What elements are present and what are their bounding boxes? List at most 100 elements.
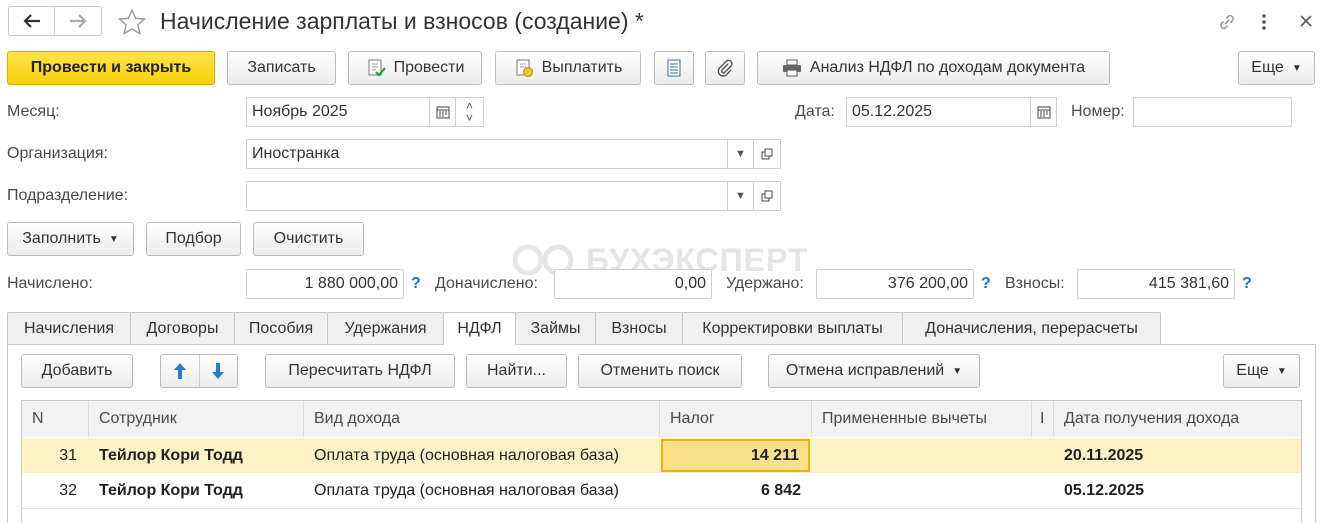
table-more-button[interactable]: Еще ▼ — [1223, 354, 1300, 388]
more-label: Еще — [1251, 59, 1284, 76]
tab-accruals[interactable]: Начисления — [7, 312, 131, 344]
save-label: Записать — [247, 59, 316, 76]
accrued-label: Начислено: — [7, 275, 93, 292]
move-down-button[interactable] — [200, 355, 238, 387]
cancel-search-label: Отменить поиск — [600, 362, 720, 379]
column-header-employee[interactable]: Сотрудник — [89, 401, 304, 437]
close-icon[interactable] — [1299, 14, 1313, 28]
cancel-search-button[interactable]: Отменить поиск — [578, 354, 742, 388]
column-header-income-date[interactable]: Дата получения дохода — [1054, 401, 1301, 437]
number-field[interactable] — [1133, 97, 1292, 127]
row-deductions — [812, 438, 1032, 473]
list-button[interactable] — [654, 51, 694, 85]
org-open-icon[interactable] — [753, 139, 781, 169]
tab-payment-corrections[interactable]: Корректировки выплаты — [682, 312, 903, 344]
additional-label: Доначислено: — [435, 275, 538, 292]
column-header-deductions[interactable]: Примененные вычеты — [812, 401, 1032, 437]
more-button[interactable]: Еще ▼ — [1238, 51, 1315, 85]
tab-benefits[interactable]: Пособия — [234, 312, 328, 344]
row-income-date: 05.12.2025 — [1064, 481, 1145, 499]
contrib-label: Взносы: — [1005, 275, 1065, 292]
dept-field[interactable] — [246, 181, 728, 211]
add-label: Добавить — [41, 362, 113, 379]
date-calendar-icon[interactable] — [1030, 97, 1057, 127]
save-button[interactable]: Записать — [227, 51, 336, 85]
printer-icon — [782, 59, 802, 77]
org-dropdown-icon[interactable]: ▼ — [727, 139, 754, 169]
star-icon[interactable] — [117, 8, 147, 36]
row-tax-cell[interactable]: 14 211 — [661, 439, 810, 472]
dept-dropdown-icon[interactable]: ▼ — [727, 181, 754, 211]
row-income-type: Оплата труда (основная налоговая база) — [314, 481, 619, 499]
tab-contributions[interactable]: Взносы — [595, 312, 683, 344]
accrued-help-icon[interactable]: ? — [411, 275, 421, 293]
arrow-up-icon — [173, 363, 186, 379]
tab-recalculations[interactable]: Доначисления, перерасчеты — [902, 312, 1161, 344]
move-buttons — [160, 354, 238, 388]
cancel-fix-button[interactable]: Отмена исправлений ▼ — [768, 354, 980, 388]
date-field[interactable]: 05.12.2025 — [846, 97, 1031, 127]
select-label: Подбор — [165, 230, 222, 247]
withheld-help-icon[interactable]: ? — [981, 275, 991, 293]
column-header-income-type[interactable]: Вид дохода — [304, 401, 660, 437]
column-header-n[interactable]: N — [22, 401, 89, 437]
arrow-left-icon — [22, 14, 40, 28]
tab-ndfl[interactable]: НДФЛ — [443, 312, 516, 345]
month-field[interactable]: Ноябрь 2025 — [246, 97, 430, 127]
tab-deductions[interactable]: Удержания — [327, 312, 444, 344]
attach-button[interactable] — [705, 51, 745, 85]
month-stepper[interactable]: ˄ ˅ — [455, 97, 484, 127]
back-button[interactable] — [9, 7, 55, 35]
forward-button[interactable] — [55, 7, 101, 35]
row-number: 32 — [59, 481, 77, 499]
post-button[interactable]: Провести — [348, 51, 482, 85]
additional-field: 0,00 — [554, 269, 712, 299]
post-and-close-button[interactable]: Провести и закрыть — [7, 51, 215, 85]
stepper-up-icon[interactable]: ˄ — [466, 100, 473, 112]
stepper-down-icon[interactable]: ˅ — [466, 112, 473, 124]
list-icon — [667, 59, 681, 77]
column-header-narrow[interactable]: I — [1032, 401, 1054, 437]
row-number: 31 — [59, 446, 77, 464]
pay-button[interactable]: Выплатить — [495, 51, 641, 85]
pay-document-icon — [514, 58, 534, 78]
post-document-icon — [366, 58, 386, 78]
row-income-date: 20.11.2025 — [1064, 446, 1144, 464]
withheld-field: 376 200,00 — [816, 269, 974, 299]
contrib-help-icon[interactable]: ? — [1242, 275, 1252, 293]
more-vertical-icon[interactable] — [1260, 12, 1268, 32]
post-label: Провести — [393, 59, 465, 76]
org-field[interactable]: Иностранка — [246, 139, 728, 169]
chevron-down-icon: ▼ — [952, 365, 963, 377]
find-label: Найти... — [487, 362, 546, 379]
add-button[interactable]: Добавить — [21, 354, 133, 388]
tab-contracts[interactable]: Договоры — [130, 312, 235, 344]
chevron-down-icon: ▼ — [1276, 365, 1287, 377]
month-label: Месяц: — [7, 103, 60, 120]
date-label: Дата: — [795, 103, 835, 120]
move-up-button[interactable] — [161, 355, 200, 387]
window-title: Начисление зарплаты и взносов (создание)… — [160, 8, 644, 34]
fill-button[interactable]: Заполнить ▼ — [7, 222, 134, 256]
accrued-field: 1 880 000,00 — [246, 269, 404, 299]
column-header-tax[interactable]: Налог — [660, 401, 812, 437]
arrow-right-icon — [70, 14, 87, 28]
tab-loans[interactable]: Займы — [515, 312, 596, 344]
dept-open-icon[interactable] — [753, 181, 781, 211]
recalc-ndfl-button[interactable]: Пересчитать НДФЛ — [265, 354, 455, 388]
calendar-icon[interactable] — [429, 97, 456, 127]
cancel-fix-label: Отмена исправлений — [785, 362, 945, 379]
row-deductions — [812, 473, 1032, 508]
row-tax-cell[interactable]: 6 842 — [660, 473, 812, 508]
clear-button[interactable]: Очистить — [253, 222, 364, 256]
link-icon[interactable] — [1217, 12, 1237, 32]
number-label: Номер: — [1071, 103, 1125, 120]
find-button[interactable]: Найти... — [466, 354, 567, 388]
select-button[interactable]: Подбор — [146, 222, 241, 256]
pay-label: Выплатить — [541, 59, 623, 76]
row-employee: Тейлор Кори Тодд — [99, 481, 243, 499]
ndfl-analysis-button[interactable]: Анализ НДФЛ по доходам документа — [757, 51, 1110, 85]
row-employee: Тейлор Кори Тодд — [99, 446, 243, 464]
recalc-ndfl-label: Пересчитать НДФЛ — [288, 362, 432, 379]
nav-buttons — [8, 6, 102, 36]
